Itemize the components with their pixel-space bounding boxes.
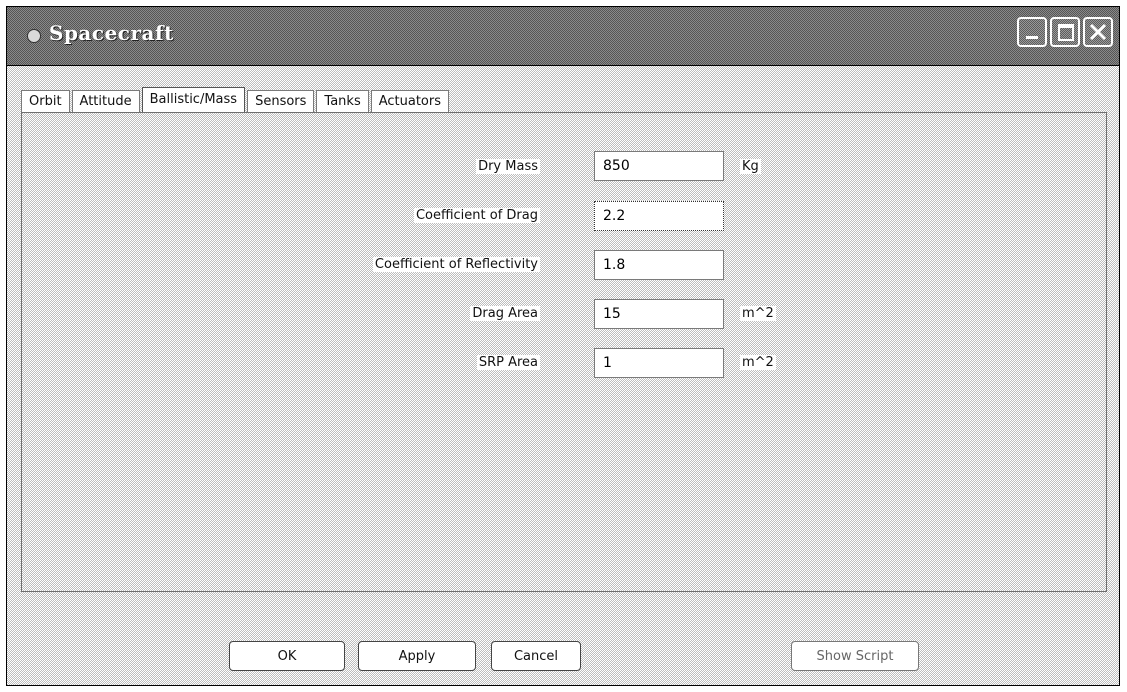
dry-mass-input[interactable] — [594, 151, 724, 181]
title-bar[interactable]: Spacecraft — [7, 7, 1119, 66]
coefficient-of-reflectivity-input[interactable] — [594, 250, 724, 280]
spacecraft-window: Spacecraft Orbit Attitude Ballistic/Mass… — [6, 6, 1120, 686]
app-icon — [27, 29, 41, 43]
srp-area-label: SRP Area — [476, 355, 540, 370]
ok-button[interactable]: OK — [229, 641, 345, 671]
cancel-button[interactable]: Cancel — [491, 641, 581, 671]
dialog-client-area: Orbit Attitude Ballistic/Mass Sensors Ta… — [7, 66, 1119, 685]
dry-mass-label: Dry Mass — [476, 159, 540, 174]
ballistic-mass-panel: Dry Mass Kg Coefficient of Drag Coeffici… — [21, 112, 1107, 592]
minimize-icon[interactable] — [1017, 17, 1047, 47]
coefficient-of-drag-label: Coefficient of Drag — [413, 208, 540, 223]
tab-ballistic-mass[interactable]: Ballistic/Mass — [141, 87, 246, 113]
tab-actuators[interactable]: Actuators — [370, 90, 450, 112]
dry-mass-unit: Kg — [740, 159, 761, 174]
srp-area-input[interactable] — [594, 348, 724, 378]
tab-orbit[interactable]: Orbit — [21, 90, 70, 112]
srp-area-unit: m^2 — [740, 355, 776, 370]
drag-area-input[interactable] — [594, 299, 724, 329]
close-icon[interactable] — [1083, 17, 1113, 47]
tab-sensors[interactable]: Sensors — [247, 90, 315, 112]
tab-attitude[interactable]: Attitude — [71, 90, 140, 112]
show-script-button[interactable]: Show Script — [791, 641, 919, 671]
apply-button[interactable]: Apply — [358, 641, 476, 671]
drag-area-unit: m^2 — [740, 306, 776, 321]
maximize-icon[interactable] — [1050, 17, 1080, 47]
tab-strip: Orbit Attitude Ballistic/Mass Sensors Ta… — [21, 86, 451, 113]
coefficient-of-reflectivity-label: Coefficient of Reflectivity — [372, 257, 540, 272]
coefficient-of-drag-input[interactable] — [594, 201, 724, 231]
tab-tanks[interactable]: Tanks — [316, 90, 369, 112]
window-title: Spacecraft — [49, 21, 174, 45]
drag-area-label: Drag Area — [470, 306, 540, 321]
